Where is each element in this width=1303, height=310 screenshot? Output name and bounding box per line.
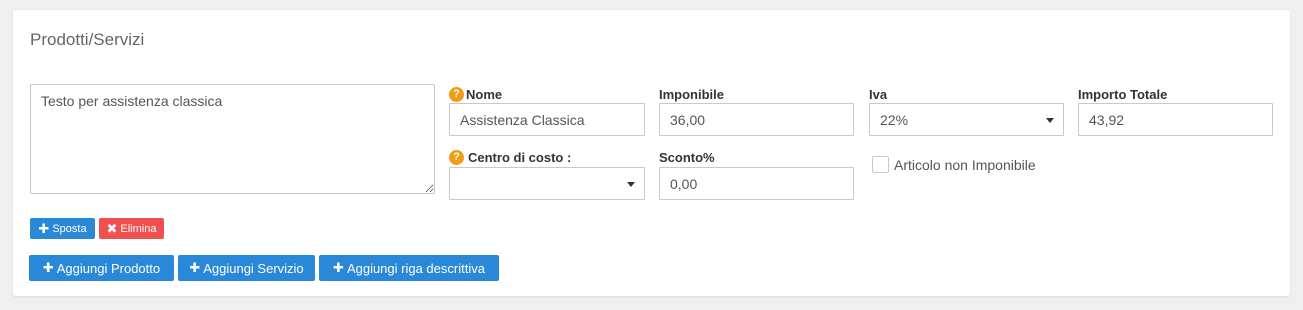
non-imponibile-option[interactable]: Articolo non Imponibile bbox=[872, 156, 1036, 173]
centro-di-costo-label: ? Centro di costo : bbox=[449, 150, 571, 165]
iva-label: Iva bbox=[869, 87, 887, 102]
add-description-row-button[interactable]: ✚ Aggiungi riga descrittiva bbox=[319, 255, 499, 281]
nome-label-text: Nome bbox=[466, 87, 503, 102]
products-services-panel: Prodotti/Servizi Testo per assistenza cl… bbox=[13, 10, 1290, 296]
importo-totale-label-text: Importo Totale bbox=[1078, 87, 1168, 102]
iva-select[interactable]: 22% bbox=[869, 103, 1064, 136]
non-imponibile-checkbox[interactable] bbox=[872, 156, 889, 173]
iva-label-text: Iva bbox=[869, 87, 888, 102]
add-product-button[interactable]: ✚ Aggiungi Prodotto bbox=[29, 255, 174, 281]
non-imponibile-label: Articolo non Imponibile bbox=[894, 156, 1036, 173]
caret-down-icon bbox=[627, 182, 635, 187]
centro-di-costo-select[interactable] bbox=[449, 167, 645, 200]
imponibile-label-text: Imponibile bbox=[659, 87, 724, 102]
sconto-label: Sconto% bbox=[659, 150, 715, 165]
importo-totale-value: 43,92 bbox=[1089, 111, 1125, 128]
add-product-label: Aggiungi Prodotto bbox=[56, 260, 161, 276]
nome-label: ? Nome bbox=[449, 87, 502, 102]
importo-totale-input[interactable]: 43,92 bbox=[1078, 103, 1273, 136]
move-icon: ✚ bbox=[38, 220, 50, 236]
nome-input[interactable]: Assistenza Classica bbox=[449, 103, 645, 136]
plus-icon: ✚ bbox=[189, 260, 201, 275]
sposta-button[interactable]: ✚ Sposta bbox=[30, 218, 95, 239]
times-icon: ✖ bbox=[106, 220, 118, 236]
plus-icon: ✚ bbox=[42, 260, 54, 275]
elimina-label: Elimina bbox=[120, 222, 157, 235]
imponibile-value: 36,00 bbox=[670, 111, 706, 128]
elimina-button[interactable]: ✖ Elimina bbox=[99, 218, 164, 239]
caret-down-icon bbox=[1046, 118, 1054, 123]
plus-icon: ✚ bbox=[333, 260, 344, 275]
question-circle-icon[interactable]: ? bbox=[449, 87, 464, 102]
add-service-label: Aggiungi Servizio bbox=[203, 260, 304, 276]
nome-value: Assistenza Classica bbox=[460, 111, 585, 128]
iva-value: 22% bbox=[880, 111, 909, 128]
sconto-value: 0,00 bbox=[670, 175, 698, 192]
sposta-label: Sposta bbox=[52, 222, 87, 235]
add-service-button[interactable]: ✚ Aggiungi Servizio bbox=[178, 255, 315, 281]
add-description-row-label: Aggiungi riga descrittiva bbox=[346, 260, 485, 276]
sconto-label-text: Sconto% bbox=[659, 150, 715, 165]
description-textarea[interactable]: Testo per assistenza classica bbox=[30, 84, 435, 194]
sconto-input[interactable]: 0,00 bbox=[659, 167, 854, 200]
question-circle-icon[interactable]: ? bbox=[449, 150, 464, 165]
imponibile-input[interactable]: 36,00 bbox=[659, 103, 854, 136]
panel-title: Prodotti/Servizi bbox=[30, 30, 145, 49]
importo-totale-label: Importo Totale bbox=[1078, 87, 1167, 102]
imponibile-label: Imponibile bbox=[659, 87, 724, 102]
centro-di-costo-label-text: Centro di costo : bbox=[468, 150, 572, 165]
